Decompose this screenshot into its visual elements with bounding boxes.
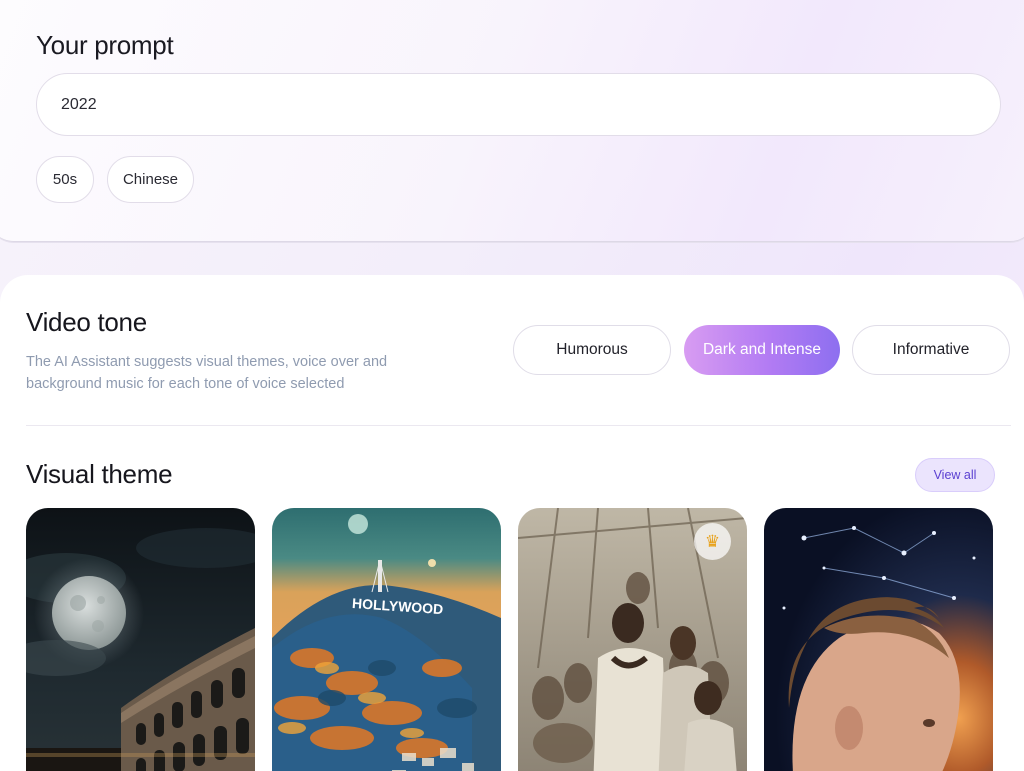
- video-tone-description: The AI Assistant suggests visual themes,…: [26, 354, 388, 392]
- video-tone-title: Video tone: [26, 307, 147, 337]
- theme-card-hollywood[interactable]: HOLLYWOOD: [272, 508, 501, 771]
- colosseum-image: [26, 508, 255, 771]
- child-cosmos-image: [764, 508, 993, 771]
- theme-card-child-cosmos[interactable]: [764, 508, 993, 771]
- chip-chinese[interactable]: Chinese: [107, 156, 194, 203]
- tone-option-humorous[interactable]: Humorous: [513, 325, 671, 375]
- theme-card-colosseum[interactable]: [26, 508, 255, 771]
- tone-option-informative[interactable]: Informative: [852, 325, 1010, 375]
- section-divider: [26, 425, 1011, 426]
- visual-theme-title: Visual theme: [26, 459, 173, 489]
- view-all-button[interactable]: View all: [915, 458, 995, 492]
- prompt-input[interactable]: 2022: [36, 73, 1001, 136]
- crown-icon: ♛: [694, 523, 731, 560]
- chip-50s[interactable]: 50s: [36, 156, 94, 203]
- prompt-title: Your prompt: [36, 30, 174, 60]
- tone-option-dark-and-intense[interactable]: Dark and Intense: [684, 325, 840, 375]
- hollywood-image: HOLLYWOOD: [272, 508, 501, 771]
